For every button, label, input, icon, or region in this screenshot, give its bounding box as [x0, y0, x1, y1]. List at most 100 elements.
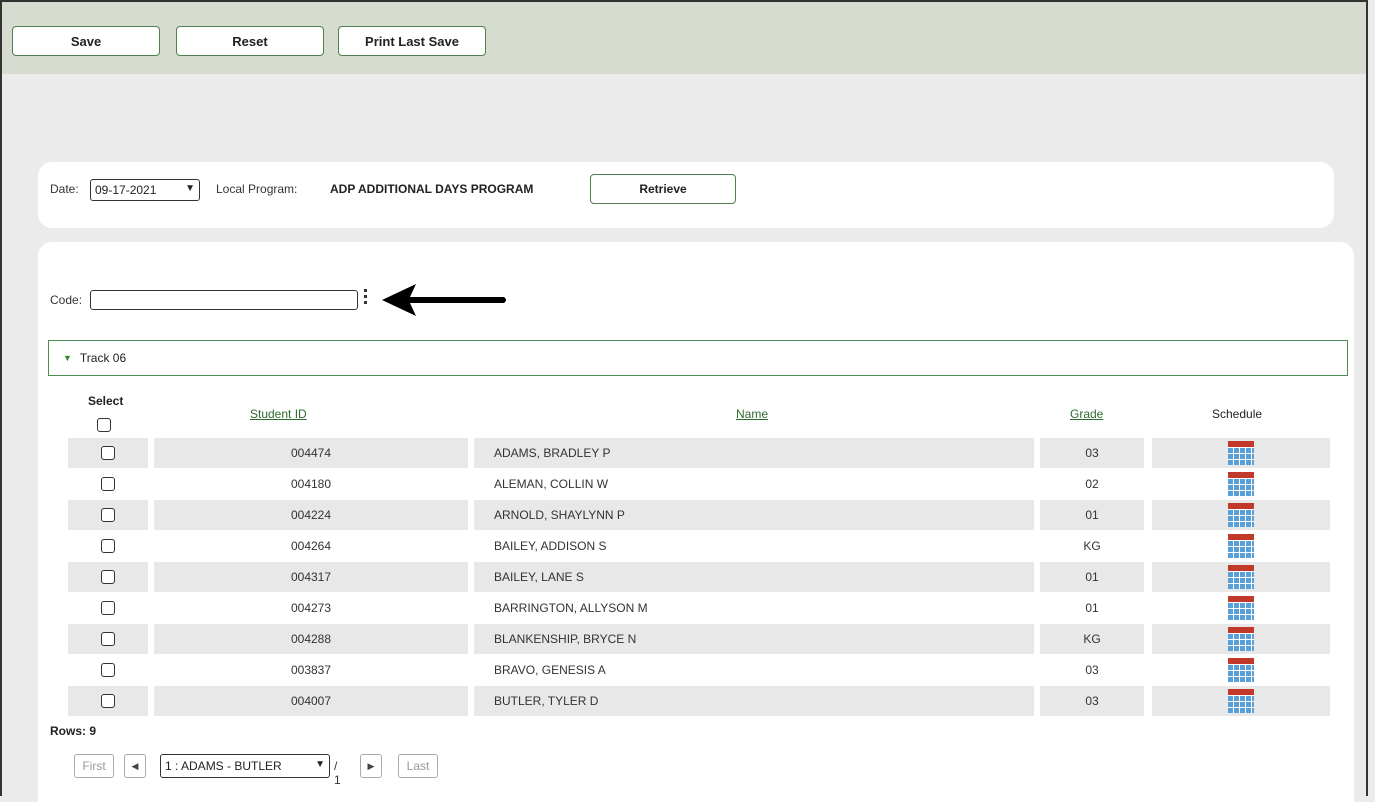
student-id-header[interactable]: Student ID — [250, 407, 307, 421]
name-cell: BRAVO, GENESIS A — [474, 655, 1034, 685]
student-name: BAILEY, LANE S — [494, 570, 584, 584]
name-cell: BAILEY, LANE S — [474, 562, 1034, 592]
select-all-checkbox[interactable] — [97, 418, 111, 432]
grade-cell: KG — [1040, 531, 1144, 561]
schedule-cell — [1152, 655, 1330, 685]
date-label: Date: — [50, 182, 79, 196]
student-id-cell: 004273 — [154, 593, 468, 623]
select-cell — [68, 686, 148, 716]
calendar-icon[interactable] — [1228, 627, 1254, 651]
student-name: BARRINGTON, ALLYSON M — [494, 601, 648, 615]
grade-cell: 03 — [1040, 438, 1144, 468]
grade-header[interactable]: Grade — [1070, 407, 1103, 421]
filter-panel: Date: 09-17-2021 ▼ Local Program: ADP AD… — [38, 162, 1334, 228]
track-label: Track 06 — [79, 351, 127, 365]
student-id: 004180 — [290, 477, 332, 491]
student-name: BRAVO, GENESIS A — [494, 663, 606, 677]
row-select-checkbox[interactable] — [101, 632, 115, 646]
calendar-icon[interactable] — [1228, 689, 1254, 713]
student-id: 004273 — [290, 601, 332, 615]
row-select-checkbox[interactable] — [101, 663, 115, 677]
main-panel: Code: ▼ Track 06 Select Student ID Name … — [38, 242, 1354, 802]
code-input[interactable] — [90, 290, 358, 310]
select-cell — [68, 593, 148, 623]
student-id: 003837 — [290, 663, 332, 677]
student-id-cell: 004474 — [154, 438, 468, 468]
grade: 03 — [1085, 663, 1099, 677]
schedule-cell — [1152, 686, 1330, 716]
name-cell: BARRINGTON, ALLYSON M — [474, 593, 1034, 623]
name-header[interactable]: Name — [736, 407, 768, 421]
row-select-checkbox[interactable] — [101, 570, 115, 584]
toolbar: Save Reset Print Last Save — [2, 2, 1366, 74]
grade-cell: KG — [1040, 624, 1144, 654]
chevron-down-icon: ▼ — [185, 183, 195, 194]
app-frame: Save Reset Print Last Save Date: 09-17-2… — [0, 0, 1368, 802]
code-label: Code: — [50, 293, 83, 307]
next-page-button[interactable]: ▶ — [360, 754, 382, 778]
row-select-checkbox[interactable] — [101, 694, 115, 708]
calendar-icon[interactable] — [1228, 658, 1254, 682]
select-cell — [68, 655, 148, 685]
row-select-checkbox[interactable] — [101, 508, 115, 522]
local-program-value: ADP ADDITIONAL DAYS PROGRAM — [330, 182, 534, 196]
grade: 02 — [1085, 477, 1099, 491]
date-select[interactable]: 09-17-2021 ▼ — [90, 179, 200, 201]
prev-page-button[interactable]: ◀ — [124, 754, 146, 778]
student-id: 004007 — [290, 694, 332, 708]
row-select-checkbox[interactable] — [101, 477, 115, 491]
calendar-icon[interactable] — [1228, 534, 1254, 558]
row-select-checkbox[interactable] — [101, 539, 115, 553]
calendar-icon[interactable] — [1228, 596, 1254, 620]
select-cell — [68, 438, 148, 468]
row-select-checkbox[interactable] — [101, 446, 115, 460]
name-cell: ALEMAN, COLLIN W — [474, 469, 1034, 499]
calendar-icon[interactable] — [1228, 565, 1254, 589]
kebab-menu-icon[interactable] — [364, 289, 368, 309]
grade-cell: 02 — [1040, 469, 1144, 499]
table-row: 004180 ALEMAN, COLLIN W 02 — [68, 469, 1332, 499]
chevron-down-icon: ▼ — [315, 759, 325, 770]
name-cell: ARNOLD, SHAYLYNN P — [474, 500, 1034, 530]
first-page-button[interactable]: First — [74, 754, 114, 778]
schedule-cell — [1152, 531, 1330, 561]
schedule-cell — [1152, 500, 1330, 530]
select-cell — [68, 562, 148, 592]
select-header: Select — [88, 394, 124, 408]
calendar-icon[interactable] — [1228, 441, 1254, 465]
print-last-save-button[interactable]: Print Last Save — [338, 26, 486, 56]
save-button[interactable]: Save — [12, 26, 160, 56]
select-cell — [68, 469, 148, 499]
page-select[interactable]: 1 : ADAMS - BUTLER ▼ — [160, 754, 330, 778]
name-cell: BLANKENSHIP, BRYCE N — [474, 624, 1034, 654]
student-id: 004224 — [290, 508, 332, 522]
rows-count: Rows: 9 — [50, 724, 97, 738]
student-name: BAILEY, ADDISON S — [494, 539, 607, 553]
last-page-button[interactable]: Last — [398, 754, 438, 778]
student-id-cell: 003837 — [154, 655, 468, 685]
calendar-icon[interactable] — [1228, 503, 1254, 527]
student-id-cell: 004264 — [154, 531, 468, 561]
table-row: 004317 BAILEY, LANE S 01 — [68, 562, 1332, 592]
grade-cell: 01 — [1040, 562, 1144, 592]
grade-cell: 01 — [1040, 593, 1144, 623]
grade-cell: 03 — [1040, 655, 1144, 685]
calendar-icon[interactable] — [1228, 472, 1254, 496]
student-id-cell: 004317 — [154, 562, 468, 592]
student-id-cell: 004288 — [154, 624, 468, 654]
track-section-header[interactable]: ▼ Track 06 — [48, 340, 1348, 376]
table-row: 004288 BLANKENSHIP, BRYCE N KG — [68, 624, 1332, 654]
row-select-checkbox[interactable] — [101, 601, 115, 615]
select-cell — [68, 624, 148, 654]
table-row: 004474 ADAMS, BRADLEY P 03 — [68, 438, 1332, 468]
select-cell — [68, 531, 148, 561]
reset-button[interactable]: Reset — [176, 26, 324, 56]
name-cell: BAILEY, ADDISON S — [474, 531, 1034, 561]
student-id-cell: 004224 — [154, 500, 468, 530]
name-cell: ADAMS, BRADLEY P — [474, 438, 1034, 468]
retrieve-button[interactable]: Retrieve — [590, 174, 736, 204]
schedule-cell — [1152, 562, 1330, 592]
schedule-cell — [1152, 469, 1330, 499]
table-row: 004273 BARRINGTON, ALLYSON M 01 — [68, 593, 1332, 623]
student-name: BUTLER, TYLER D — [494, 694, 599, 708]
